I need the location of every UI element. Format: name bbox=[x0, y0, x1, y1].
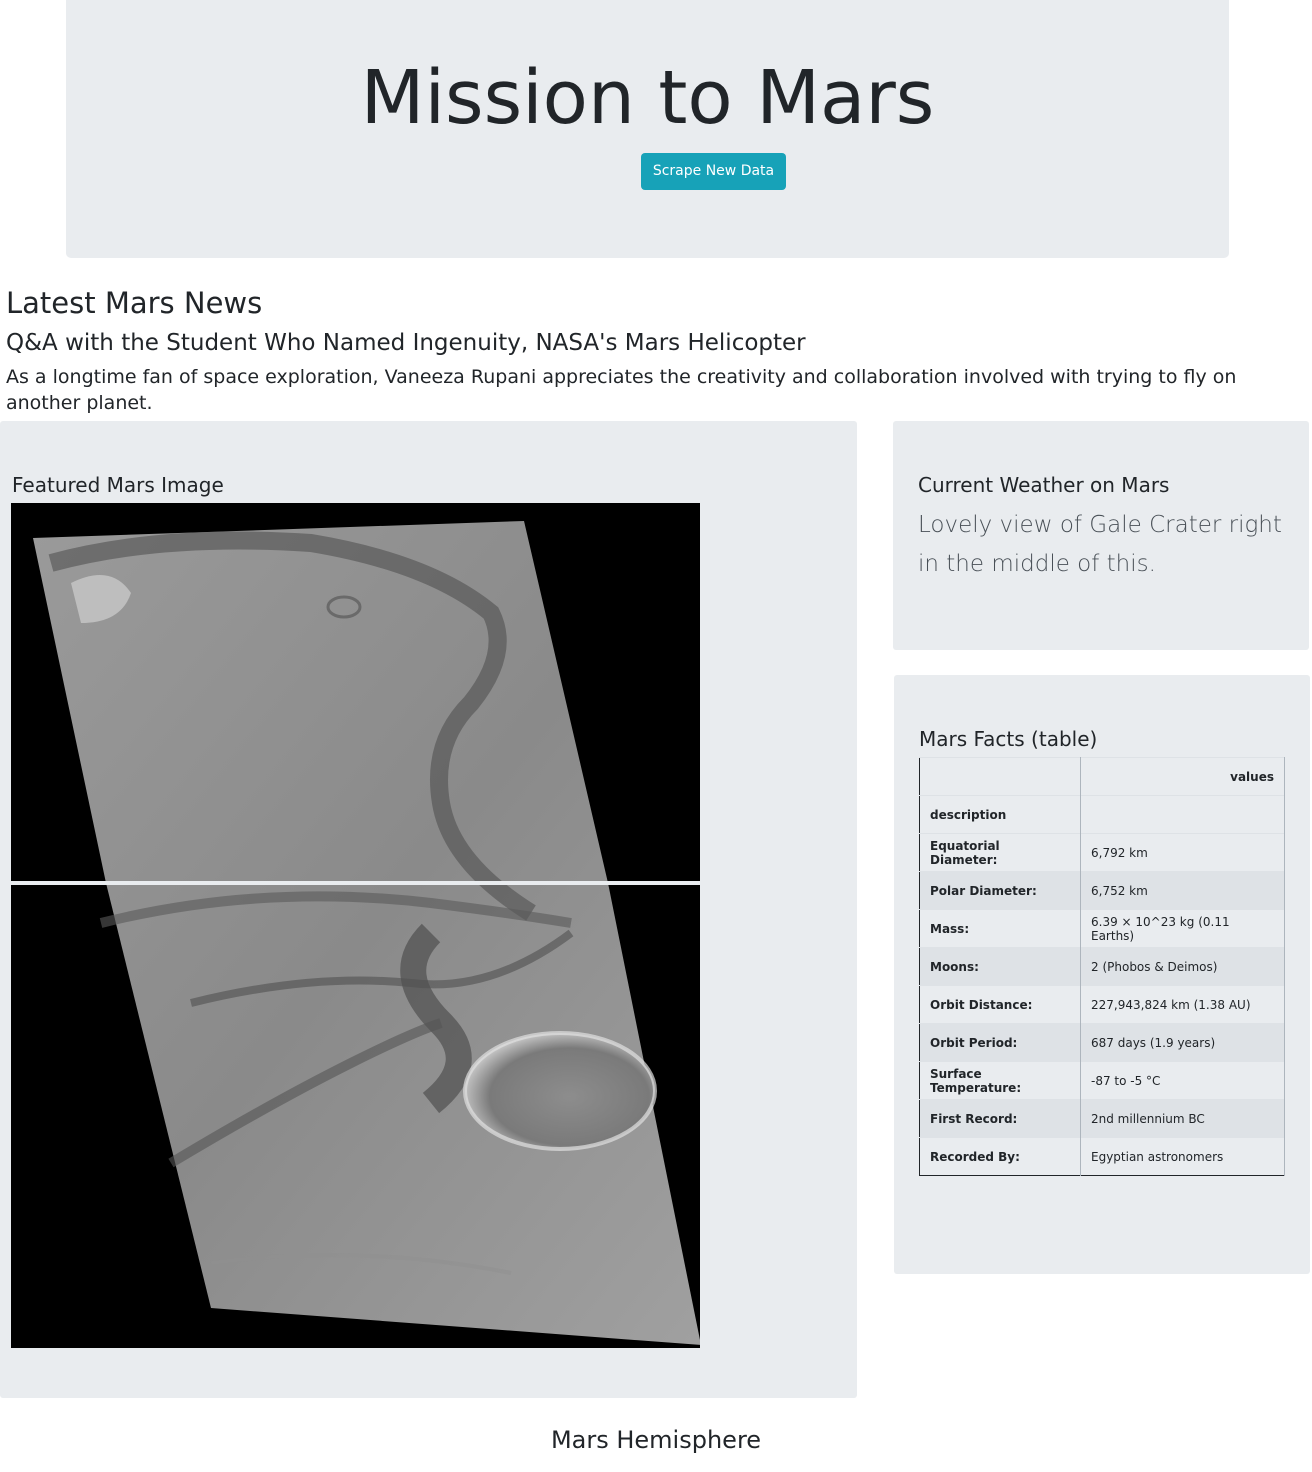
fact-value: 6.39 × 10^23 kg (0.11 Earths) bbox=[1080, 909, 1285, 948]
fact-label: Recorded By: bbox=[919, 1137, 1081, 1176]
table-row: Orbit Distance: 227,943,824 km (1.38 AU) bbox=[919, 985, 1285, 1024]
fact-label: Equatorial Diameter: bbox=[919, 833, 1081, 872]
table-row: Moons: 2 (Phobos & Deimos) bbox=[919, 947, 1285, 986]
fact-label: Mass: bbox=[919, 909, 1081, 948]
featured-image-heading: Featured Mars Image bbox=[12, 473, 224, 497]
fact-value: 227,943,824 km (1.38 AU) bbox=[1080, 985, 1285, 1024]
hemisphere-heading: Mars Hemisphere bbox=[550, 1426, 762, 1454]
facts-panel: Mars Facts (table) values description Eq… bbox=[894, 675, 1310, 1274]
fact-label: Surface Temperature: bbox=[919, 1061, 1081, 1100]
table-row: Surface Temperature: -87 to -5 °C bbox=[919, 1061, 1285, 1100]
table-index-label: description bbox=[919, 795, 1081, 834]
scrape-new-data-button[interactable]: Scrape New Data bbox=[641, 153, 786, 190]
fact-label: Orbit Period: bbox=[919, 1023, 1081, 1062]
weather-heading: Current Weather on Mars bbox=[918, 473, 1170, 497]
fact-label: Orbit Distance: bbox=[919, 985, 1081, 1024]
fact-value: 2 (Phobos & Deimos) bbox=[1080, 947, 1285, 986]
table-index-empty bbox=[1080, 795, 1285, 834]
table-row: Equatorial Diameter: 6,792 km bbox=[919, 833, 1285, 872]
table-row: Polar Diameter: 6,752 km bbox=[919, 871, 1285, 910]
mars-terrain-image bbox=[11, 521, 700, 1345]
table-header-row: values bbox=[919, 757, 1285, 796]
fact-value: -87 to -5 °C bbox=[1080, 1061, 1285, 1100]
table-header-values: values bbox=[1080, 757, 1285, 796]
featured-image-panel: Featured Mars Image bbox=[0, 421, 857, 1398]
header-jumbotron: Mission to Mars Scrape New Data bbox=[66, 0, 1229, 258]
facts-heading: Mars Facts (table) bbox=[919, 727, 1098, 751]
table-row: Recorded By: Egyptian astronomers bbox=[919, 1137, 1285, 1176]
fact-value: Egyptian astronomers bbox=[1080, 1137, 1285, 1176]
table-row: Mass: 6.39 × 10^23 kg (0.11 Earths) bbox=[919, 909, 1285, 948]
fact-value: 687 days (1.9 years) bbox=[1080, 1023, 1285, 1062]
weather-panel: Current Weather on Mars Lovely view of G… bbox=[893, 421, 1309, 650]
table-row: First Record: 2nd millennium BC bbox=[919, 1099, 1285, 1138]
news-section-title: Latest Mars News bbox=[6, 286, 263, 320]
featured-mars-image bbox=[11, 503, 700, 1348]
fact-label: Moons: bbox=[919, 947, 1081, 986]
page-title: Mission to Mars bbox=[360, 55, 935, 141]
mars-facts-table: values description Equatorial Diameter: … bbox=[919, 757, 1285, 1176]
fact-label: Polar Diameter: bbox=[919, 871, 1081, 910]
weather-text: Lovely view of Gale Crater right in the … bbox=[918, 512, 1282, 577]
fact-value: 6,752 km bbox=[1080, 871, 1285, 910]
fact-value: 6,792 km bbox=[1080, 833, 1285, 872]
news-teaser: As a longtime fan of space exploration, … bbox=[6, 366, 1237, 414]
table-header-empty bbox=[919, 757, 1081, 796]
news-headline: Q&A with the Student Who Named Ingenuity… bbox=[6, 330, 806, 356]
table-index-row: description bbox=[919, 795, 1285, 834]
table-row: Orbit Period: 687 days (1.9 years) bbox=[919, 1023, 1285, 1062]
fact-label: First Record: bbox=[919, 1099, 1081, 1138]
fact-value: 2nd millennium BC bbox=[1080, 1099, 1285, 1138]
